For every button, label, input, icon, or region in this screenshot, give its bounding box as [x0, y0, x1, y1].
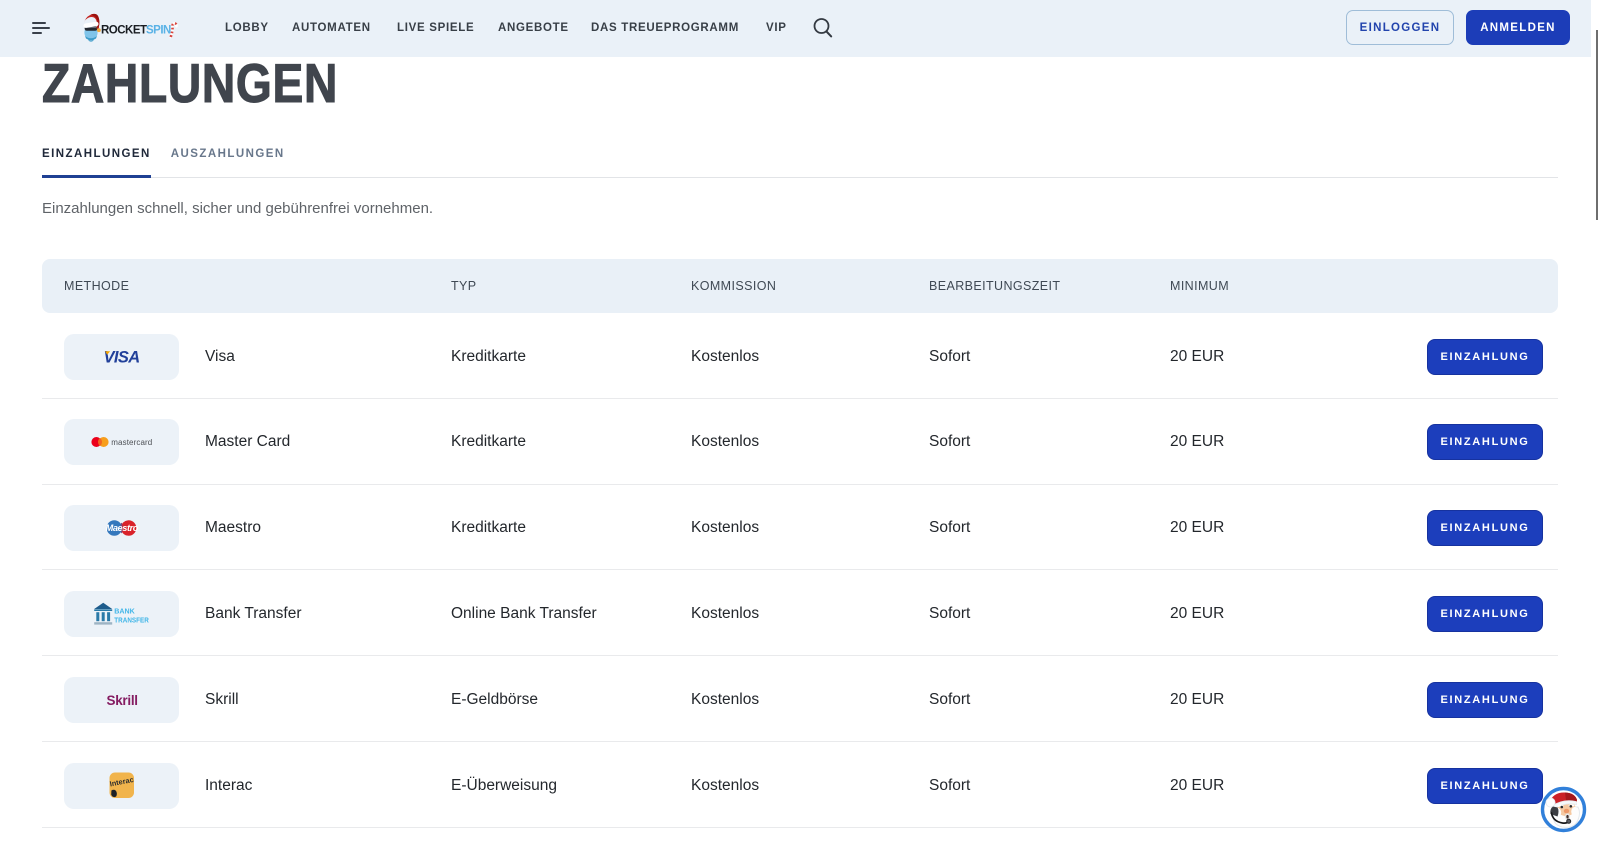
svg-text:BANK: BANK — [114, 606, 135, 615]
svg-text:TRANSFER: TRANSFER — [114, 615, 149, 624]
svg-text:Skrill: Skrill — [106, 693, 137, 708]
svg-text:SPIN: SPIN — [146, 25, 171, 37]
svg-text:ROCKET: ROCKET — [101, 25, 147, 37]
svg-text:Maestro: Maestro — [106, 523, 139, 533]
svg-text:mastercard: mastercard — [111, 438, 152, 447]
